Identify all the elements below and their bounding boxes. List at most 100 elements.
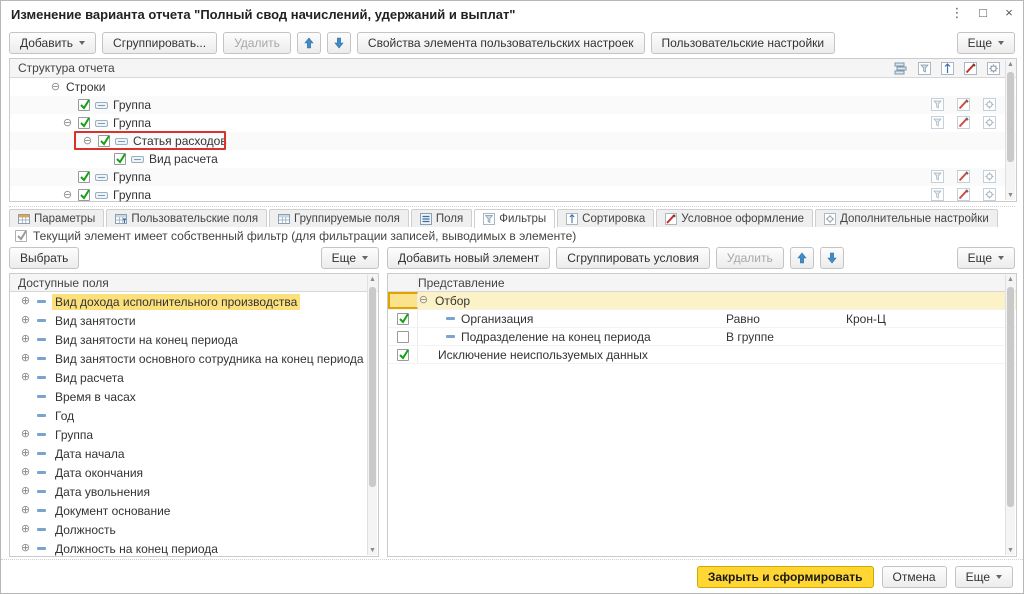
tree-row-calc-kind[interactable]: Вид расчета: [10, 150, 1016, 168]
tree-row-group-3[interactable]: Группа: [10, 168, 1016, 186]
tree-row-group-1[interactable]: Группа: [10, 96, 1016, 114]
field-list-item[interactable]: Время в часах: [10, 387, 378, 406]
conditions-scrollbar[interactable]: ▲ ▼: [1005, 275, 1015, 555]
row-settings-icon[interactable]: [982, 115, 996, 129]
structure-scrollbar[interactable]: ▲ ▼: [1005, 60, 1015, 200]
row-settings-icon[interactable]: [982, 169, 996, 183]
maximize-icon[interactable]: □: [975, 5, 991, 21]
row-conditional-format-icon[interactable]: [956, 169, 970, 183]
conditions-more-button[interactable]: Еще: [957, 247, 1015, 269]
toolbar-more-button[interactable]: Еще: [957, 32, 1015, 54]
row-filter-icon[interactable]: [930, 187, 944, 201]
close-icon[interactable]: ×: [1001, 5, 1017, 21]
condition-row-exclude-unused[interactable]: Исключение неиспользуемых данных: [388, 346, 1016, 364]
user-settings-props-button[interactable]: Свойства элемента пользовательских настр…: [357, 32, 645, 54]
tree-row-expense-item[interactable]: ⊖ Статья расходов: [10, 132, 1016, 150]
row-settings-icon[interactable]: [982, 97, 996, 111]
expand-icon[interactable]: ⊕: [20, 372, 31, 383]
row-conditional-format-icon[interactable]: [956, 187, 970, 201]
add-button[interactable]: Добавить: [9, 32, 96, 54]
row-conditional-format-icon[interactable]: [956, 115, 970, 129]
row-filter-icon[interactable]: [930, 115, 944, 129]
condition-checkbox[interactable]: [397, 331, 409, 343]
tree-row-rows[interactable]: ⊖ Строки: [10, 78, 1016, 96]
row-filter-icon[interactable]: [930, 169, 944, 183]
field-list-item[interactable]: ⊕Вид занятости на конец периода: [10, 330, 378, 349]
footer-more-button[interactable]: Еще: [955, 566, 1013, 588]
field-list-item[interactable]: ⊕Дата начала: [10, 444, 378, 463]
scroll-up-icon[interactable]: ▲: [1006, 275, 1015, 284]
collapse-icon[interactable]: ⊖: [62, 190, 73, 201]
expand-icon[interactable]: ⊕: [20, 448, 31, 459]
select-button[interactable]: Выбрать: [9, 247, 79, 269]
tree-row-group-2[interactable]: ⊖ Группа: [10, 114, 1016, 132]
delete-condition-button[interactable]: Удалить: [716, 247, 784, 269]
add-new-element-button[interactable]: Добавить новый элемент: [387, 247, 550, 269]
collapse-icon[interactable]: ⊖: [50, 82, 61, 93]
expand-icon[interactable]: ⊕: [20, 505, 31, 516]
collapse-icon[interactable]: ⊖: [82, 136, 93, 147]
group-conditions-button[interactable]: Сгруппировать условия: [556, 247, 710, 269]
field-list-item[interactable]: ⊕Документ основание: [10, 501, 378, 520]
row-checkbox[interactable]: [78, 117, 90, 129]
row-checkbox[interactable]: [78, 171, 90, 183]
expand-icon[interactable]: ⊕: [20, 486, 31, 497]
tab-custom-fields[interactable]: Пользовательские поля: [106, 209, 267, 227]
expand-icon[interactable]: ⊕: [20, 467, 31, 478]
row-checkbox[interactable]: [98, 135, 110, 147]
field-list-item[interactable]: ⊕Должность на конец периода: [10, 539, 378, 557]
tab-conditional-formatting[interactable]: Условное оформление: [656, 209, 813, 227]
scroll-down-icon[interactable]: ▼: [1006, 191, 1015, 200]
field-list-item[interactable]: ⊕Вид занятости основного сотрудника на к…: [10, 349, 378, 368]
group-button[interactable]: Сгруппировать...: [102, 32, 217, 54]
user-settings-button[interactable]: Пользовательские настройки: [651, 32, 836, 54]
cancel-button[interactable]: Отмена: [882, 566, 947, 588]
condition-move-down-button[interactable]: [820, 247, 844, 269]
condition-move-up-button[interactable]: [790, 247, 814, 269]
tree-row-group-4[interactable]: ⊖ Группа: [10, 186, 1016, 204]
row-filter-icon[interactable]: [930, 97, 944, 111]
condition-row-department[interactable]: Подразделение на конец периода В группе: [388, 328, 1016, 346]
condition-row-organization[interactable]: Организация Равно Крон-Ц: [388, 310, 1016, 328]
tab-sorting[interactable]: Сортировка: [557, 209, 654, 227]
field-list-item[interactable]: ⊕Вид дохода исполнительного производства: [10, 292, 378, 311]
move-down-button[interactable]: [327, 32, 351, 54]
structure-layers-icon[interactable]: [894, 61, 908, 75]
tab-grouping-fields[interactable]: Группируемые поля: [269, 209, 409, 227]
tab-filters[interactable]: Фильтры: [474, 209, 555, 228]
field-list-item[interactable]: Год: [10, 406, 378, 425]
field-list-item[interactable]: ⊕Должность: [10, 520, 378, 539]
expand-icon[interactable]: ⊕: [20, 524, 31, 535]
row-checkbox[interactable]: [78, 99, 90, 111]
structure-settings-icon[interactable]: [986, 61, 1000, 75]
scroll-up-icon[interactable]: ▲: [368, 275, 377, 284]
condition-checkbox[interactable]: [397, 313, 409, 325]
field-list-item[interactable]: ⊕Группа: [10, 425, 378, 444]
expand-icon[interactable]: ⊕: [20, 353, 31, 364]
tab-parameters[interactable]: Параметры: [9, 209, 104, 227]
expand-icon[interactable]: ⊕: [20, 429, 31, 440]
move-up-button[interactable]: [297, 32, 321, 54]
row-settings-icon[interactable]: [982, 187, 996, 201]
structure-sort-icon[interactable]: [940, 61, 954, 75]
close-and-generate-button[interactable]: Закрыть и сформировать: [697, 566, 874, 588]
available-fields-more-button[interactable]: Еще: [321, 247, 379, 269]
expand-icon[interactable]: ⊕: [20, 334, 31, 345]
condition-checkbox[interactable]: [397, 349, 409, 361]
field-list-item[interactable]: ⊕Вид расчета: [10, 368, 378, 387]
row-conditional-format-icon[interactable]: [956, 97, 970, 111]
condition-value[interactable]: Крон-Ц: [846, 312, 886, 326]
condition-operator[interactable]: Равно: [726, 312, 760, 326]
row-checkbox[interactable]: [78, 189, 90, 201]
collapse-icon[interactable]: ⊖: [418, 295, 429, 306]
tab-additional-settings[interactable]: Дополнительные настройки: [815, 209, 998, 227]
row-checkbox[interactable]: [114, 153, 126, 165]
collapse-icon[interactable]: ⊖: [62, 118, 73, 129]
available-fields-scrollbar[interactable]: ▲ ▼: [367, 275, 377, 555]
tab-fields[interactable]: Поля: [411, 209, 472, 227]
selected-cell[interactable]: [388, 292, 418, 309]
field-list-item[interactable]: ⊕Вид занятости: [10, 311, 378, 330]
structure-filter-icon[interactable]: [917, 61, 931, 75]
field-list-item[interactable]: ⊕Дата окончания: [10, 463, 378, 482]
structure-conditional-format-icon[interactable]: [963, 61, 977, 75]
